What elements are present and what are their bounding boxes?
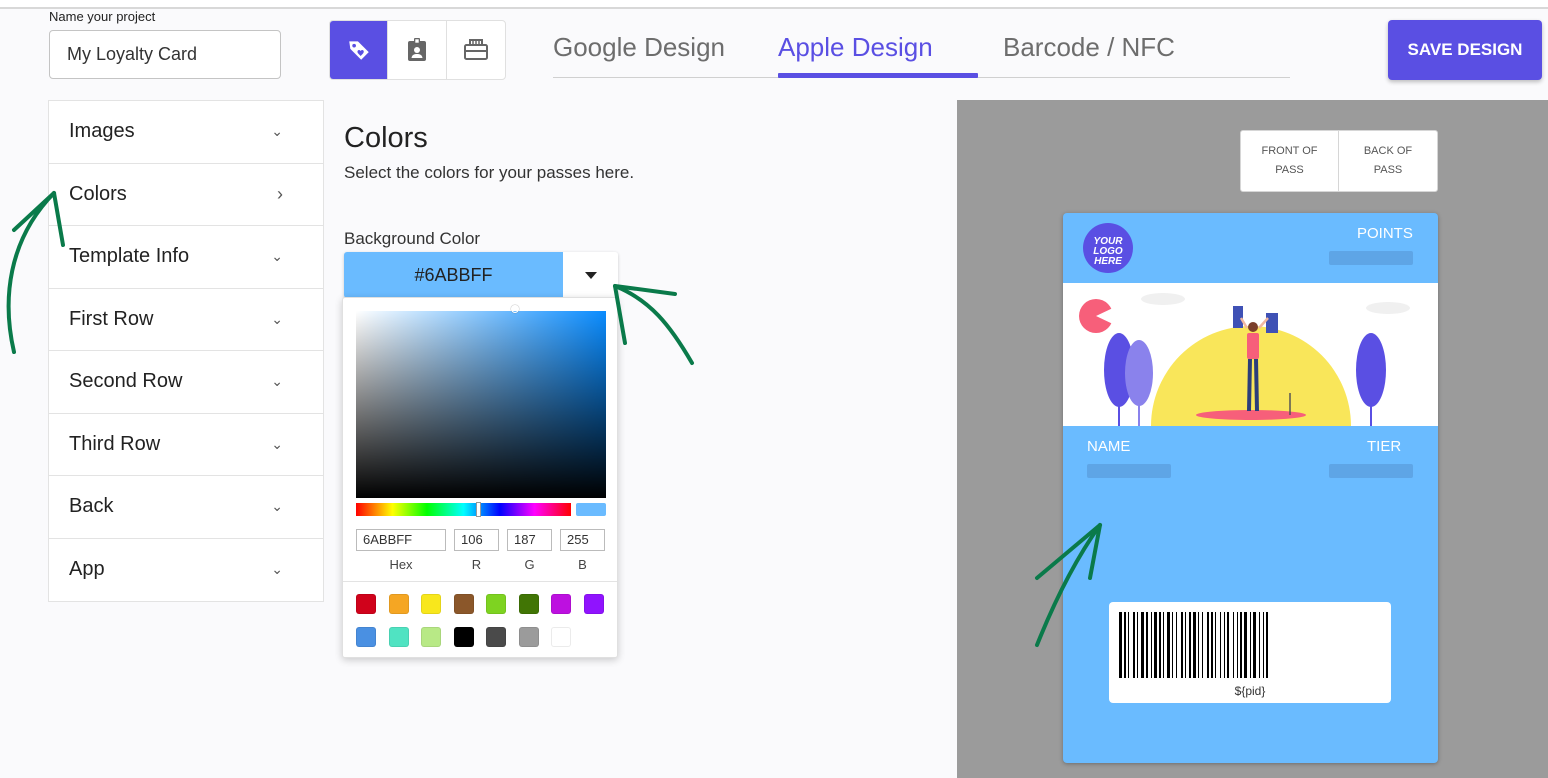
section-subtitle: Select the colors for your passes here. — [344, 163, 635, 182]
annotation-arrowhead — [613, 284, 677, 345]
color-swatch[interactable] — [551, 594, 571, 614]
sidebar-item-first-row[interactable]: First Row ⌄ — [49, 289, 323, 351]
color-dropdown-button[interactable] — [563, 252, 618, 298]
sidebar-item-label: Third Row — [69, 432, 161, 455]
front-of-pass-button[interactable]: FRONT OF PASS — [1241, 131, 1339, 191]
color-swatch[interactable] — [388, 627, 409, 647]
section-title: Colors — [344, 122, 428, 154]
project-name-input[interactable]: My Loyalty Card — [49, 30, 281, 79]
points-value-placeholder — [1329, 251, 1413, 265]
color-swatch[interactable] — [486, 594, 506, 614]
sidebar-item-label: App — [69, 558, 105, 581]
chevron-down-icon: ⌄ — [271, 498, 283, 515]
tab-barcode-nfc[interactable]: Barcode / NFC — [1003, 32, 1175, 63]
color-swatch[interactable] — [518, 594, 539, 614]
hue-slider[interactable] — [356, 502, 571, 517]
chevron-down-icon: ⌄ — [271, 248, 283, 265]
save-design-button[interactable]: SAVE DESIGN — [1388, 20, 1542, 80]
color-swatch[interactable] — [421, 594, 441, 614]
green-label: G — [524, 557, 535, 572]
sidebar-item-label: Second Row — [69, 370, 183, 393]
preset-swatches — [356, 594, 611, 647]
design-tabs: Google Design Apple Design Barcode / NFC — [553, 20, 1290, 78]
name-label: NAME — [1087, 438, 1131, 455]
color-swatch[interactable] — [421, 627, 441, 647]
tier-value-placeholder — [1329, 464, 1413, 478]
blue-input[interactable]: 255 — [560, 529, 605, 551]
color-swatch[interactable] — [453, 594, 474, 614]
color-swatch[interactable] — [356, 594, 376, 614]
sidebar-item-label: Images — [69, 120, 135, 143]
red-input[interactable]: 106 — [454, 529, 499, 551]
hue-handle[interactable] — [476, 502, 481, 517]
saturation-cursor[interactable] — [511, 305, 519, 313]
color-swatch[interactable] — [486, 627, 506, 647]
color-swatch[interactable] — [583, 594, 604, 614]
tag-icon — [348, 41, 369, 60]
color-swatch[interactable] — [551, 627, 571, 647]
points-label: POINTS — [1357, 225, 1413, 242]
hex-label: Hex — [389, 557, 413, 572]
background-color-select[interactable]: #6ABBFF — [344, 252, 618, 298]
sidebar-item-label: Colors — [69, 182, 127, 205]
blue-label: B — [578, 557, 587, 572]
pass-preview-panel: FRONT OF PASS BACK OF PASS YOUR LOGO HER… — [957, 100, 1548, 778]
red-label: R — [471, 557, 482, 572]
sidebar-item-label: Back — [69, 495, 114, 518]
picker-divider — [343, 581, 617, 582]
settings-sidebar: Images ⌄ Colors › Template Info ⌄ First Row… — [48, 100, 324, 602]
barcode: ${pid} — [1109, 602, 1391, 703]
sidebar-item-label: First Row — [69, 307, 154, 330]
chevron-down-icon: ⌄ — [271, 123, 283, 140]
active-tab-indicator — [778, 73, 978, 78]
chevron-down-icon: ⌄ — [271, 561, 283, 578]
chevron-down-icon: ⌄ — [271, 435, 283, 452]
color-swatch[interactable] — [356, 627, 376, 647]
tier-label: TIER — [1367, 438, 1402, 455]
event-type-button[interactable] — [447, 21, 505, 79]
color-swatch[interactable] — [453, 627, 474, 647]
sidebar-item-back[interactable]: Back ⌄ — [49, 476, 323, 539]
annotation-arrow-dropdown — [613, 284, 694, 365]
current-color-preview — [576, 503, 606, 516]
chevron-down-icon: ⌄ — [271, 373, 283, 390]
name-value-placeholder — [1087, 464, 1171, 478]
sidebar-item-template-info[interactable]: Template Info ⌄ — [49, 226, 323, 289]
barcode-text: ${pid} — [1234, 684, 1266, 698]
back-of-pass-button[interactable]: BACK OF PASS — [1339, 131, 1437, 191]
strip-image — [1063, 283, 1438, 426]
color-picker-popover: 6ABBFF 106 187 255 Hex R G B — [342, 297, 618, 658]
shopping-woman-illustration — [1079, 293, 1410, 426]
pass-type-selector — [329, 20, 506, 80]
logo-placeholder: YOUR LOGO HERE — [1083, 223, 1133, 273]
membership-type-button[interactable] — [388, 21, 447, 79]
ticket-icon — [463, 39, 488, 60]
top-border — [0, 0, 1548, 9]
pass-side-toggle: FRONT OF PASS BACK OF PASS — [1240, 130, 1438, 192]
color-value-display[interactable]: #6ABBFF — [344, 252, 563, 298]
color-swatch[interactable] — [388, 594, 409, 614]
chevron-right-icon: › — [277, 183, 283, 204]
sidebar-item-second-row[interactable]: Second Row ⌄ — [49, 351, 323, 414]
tab-apple-design[interactable]: Apple Design — [778, 32, 933, 63]
tab-google-design[interactable]: Google Design — [553, 32, 725, 63]
chevron-down-icon: ⌄ — [271, 310, 283, 327]
color-swatch[interactable] — [518, 627, 539, 647]
saturation-area[interactable] — [356, 305, 606, 498]
background-color-label: Background Color — [344, 229, 481, 248]
sidebar-item-colors[interactable]: Colors › — [49, 164, 323, 226]
caret-down-icon — [584, 271, 597, 279]
loyalty-type-button[interactable] — [330, 21, 389, 79]
badge-icon — [408, 38, 427, 61]
project-name-label: Name your project — [49, 9, 156, 24]
sidebar-item-label: Template Info — [69, 245, 190, 268]
green-input[interactable]: 187 — [507, 529, 552, 551]
sidebar-item-images[interactable]: Images ⌄ — [49, 101, 323, 164]
sidebar-item-app[interactable]: App ⌄ — [49, 539, 323, 602]
hex-input[interactable]: 6ABBFF — [356, 529, 446, 551]
sidebar-item-third-row[interactable]: Third Row ⌄ — [49, 414, 323, 476]
pass-card: YOUR LOGO HERE POINTS NAME TIER ${pid} — [1063, 213, 1438, 763]
